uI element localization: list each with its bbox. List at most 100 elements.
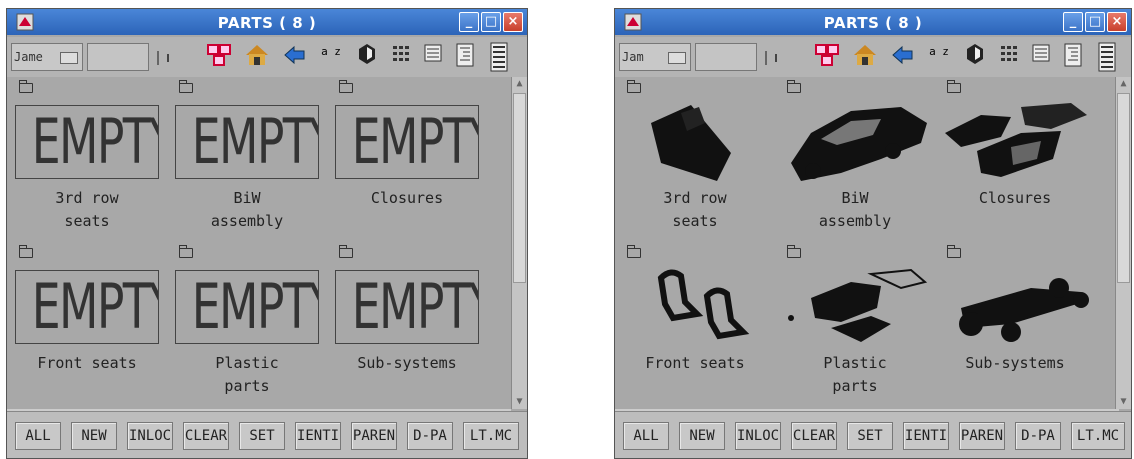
tree-view-icon[interactable] — [449, 42, 481, 72]
shade-icon[interactable] — [959, 42, 991, 72]
part-item-closures[interactable]: EMPTY Closures — [327, 77, 487, 242]
all-button[interactable]: ALL — [623, 422, 669, 450]
folder-icon — [339, 245, 353, 258]
name-filter-field[interactable]: Jame — [11, 43, 83, 71]
empty-thumbnail: EMPTY — [15, 270, 159, 344]
folder-icon — [179, 245, 193, 258]
sort-az-icon[interactable]: a z — [923, 42, 955, 72]
back-arrow-icon[interactable] — [279, 42, 311, 72]
empty-thumbnail: EMPTY — [175, 270, 319, 344]
set-button[interactable]: SET — [847, 422, 893, 450]
all-button[interactable]: ALL — [15, 422, 61, 450]
folder-icon — [787, 80, 801, 93]
parent-button[interactable]: PAREN — [959, 422, 1005, 450]
3rd-row-seats-thumbnail — [651, 105, 731, 181]
part-label: Closures — [978, 189, 1052, 207]
clear-button[interactable]: CLEAR — [791, 422, 837, 450]
empty-thumbnail: EMPTY — [335, 270, 479, 344]
name-filter-toggle[interactable] — [60, 52, 78, 64]
maximize-button[interactable]: □ — [481, 12, 501, 32]
parent-button[interactable]: PAREN — [351, 422, 397, 450]
folder-icon — [19, 80, 33, 93]
part-label: Front seats — [37, 354, 137, 372]
identify-button[interactable]: IENTI — [295, 422, 341, 450]
scroll-thumb[interactable] — [513, 93, 526, 283]
new-button[interactable]: NEW — [679, 422, 725, 450]
part-label: Front seats — [645, 354, 745, 372]
filter-input[interactable] — [695, 43, 757, 71]
home-icon[interactable] — [849, 42, 881, 72]
plastic-parts-thumbnail — [788, 268, 928, 342]
name-filter-label: Jame — [14, 50, 43, 64]
shade-icon[interactable] — [351, 42, 383, 72]
part-item-biw-assembly[interactable]: EMPTY BiW assembly — [167, 77, 327, 242]
name-filter-toggle[interactable] — [668, 52, 686, 64]
title-bar[interactable]: PARTS ( 8 ) _ □ × — [7, 9, 527, 35]
folder-icon — [627, 245, 641, 258]
part-item-plastic-parts[interactable]: EMPTY Plastic parts — [167, 242, 327, 407]
maximize-button[interactable]: □ — [1085, 12, 1105, 32]
part-item-front-seats[interactable]: Front seats — [615, 242, 775, 407]
toolbar-separator — [155, 43, 175, 71]
parts-tree-icon[interactable] — [811, 42, 843, 72]
set-button[interactable]: SET — [239, 422, 285, 450]
identify-button[interactable]: IENTI — [903, 422, 949, 450]
vertical-scrollbar[interactable]: ▲ ▼ — [1115, 77, 1131, 409]
new-button[interactable]: NEW — [71, 422, 117, 450]
inlocal-button[interactable]: INLOC — [127, 422, 173, 450]
scroll-down-arrow-icon[interactable]: ▼ — [1117, 395, 1130, 409]
lt-mc-button[interactable]: LT.MC — [463, 422, 519, 450]
part-item-biw-assembly[interactable]: BiW assembly — [775, 77, 935, 242]
empty-thumbnail: EMPTY — [175, 105, 319, 179]
filter-input[interactable] — [87, 43, 149, 71]
lt-mc-button[interactable]: LT.MC — [1071, 422, 1125, 450]
vertical-scrollbar[interactable]: ▲ ▼ — [511, 77, 527, 409]
scroll-down-arrow-icon[interactable]: ▼ — [513, 395, 526, 409]
sort-label: a z — [929, 45, 949, 58]
icon-view-icon[interactable] — [993, 42, 1025, 72]
sort-az-icon[interactable]: a z — [315, 42, 347, 72]
part-label: 3rd row seats — [663, 189, 727, 230]
list-view-icon[interactable] — [1025, 42, 1057, 72]
minimize-button[interactable]: _ — [1063, 12, 1083, 32]
clear-button[interactable]: CLEAR — [183, 422, 229, 450]
list-view-icon[interactable] — [417, 42, 449, 72]
detail-view-icon[interactable] — [1091, 42, 1123, 72]
part-item-3rd-row-seats[interactable]: 3rd row seats — [615, 77, 775, 242]
window-title: PARTS ( 8 ) — [217, 14, 317, 32]
tree-view-icon[interactable] — [1057, 42, 1089, 72]
toolbar-separator — [763, 43, 783, 71]
part-item-sub-systems[interactable]: EMPTY Sub-systems — [327, 242, 487, 407]
home-icon[interactable] — [241, 42, 273, 72]
part-label: Plastic parts — [823, 354, 887, 395]
part-item-plastic-parts[interactable]: Plastic parts — [775, 242, 935, 407]
scroll-thumb[interactable] — [1117, 93, 1130, 283]
back-arrow-icon[interactable] — [887, 42, 919, 72]
detail-view-icon[interactable] — [483, 42, 515, 72]
part-item-3rd-row-seats[interactable]: EMPTY 3rd row seats — [7, 77, 167, 242]
toolbar: Jame a z — [7, 37, 527, 77]
close-button[interactable]: × — [503, 12, 523, 32]
close-button[interactable]: × — [1107, 12, 1127, 32]
scroll-up-arrow-icon[interactable]: ▲ — [513, 77, 526, 91]
folder-icon — [627, 80, 641, 93]
scroll-up-arrow-icon[interactable]: ▲ — [1117, 77, 1130, 91]
part-item-sub-systems[interactable]: Sub-systems — [935, 242, 1095, 407]
parts-window-empty: PARTS ( 8 ) _ □ × Jame a z EMPT 3rd row … — [6, 8, 528, 459]
part-item-closures[interactable]: Closures — [935, 77, 1095, 242]
d-pa-button[interactable]: D-PA — [1015, 422, 1061, 450]
name-filter-field[interactable]: Jam — [619, 43, 691, 71]
title-bar[interactable]: PARTS ( 8 ) _ □ × — [615, 9, 1131, 35]
part-label: BiW assembly — [210, 189, 284, 230]
toolbar: Jam a z — [615, 37, 1131, 77]
minimize-button[interactable]: _ — [459, 12, 479, 32]
parts-tree-icon[interactable] — [203, 42, 235, 72]
folder-icon — [179, 80, 193, 93]
inlocal-button[interactable]: INLOC — [735, 422, 781, 450]
part-label: Sub-systems — [357, 354, 457, 372]
name-filter-label: Jam — [622, 50, 644, 64]
window-title: PARTS ( 8 ) — [823, 14, 923, 32]
part-item-front-seats[interactable]: EMPTY Front seats — [7, 242, 167, 407]
d-pa-button[interactable]: D-PA — [407, 422, 453, 450]
icon-view-icon[interactable] — [385, 42, 417, 72]
